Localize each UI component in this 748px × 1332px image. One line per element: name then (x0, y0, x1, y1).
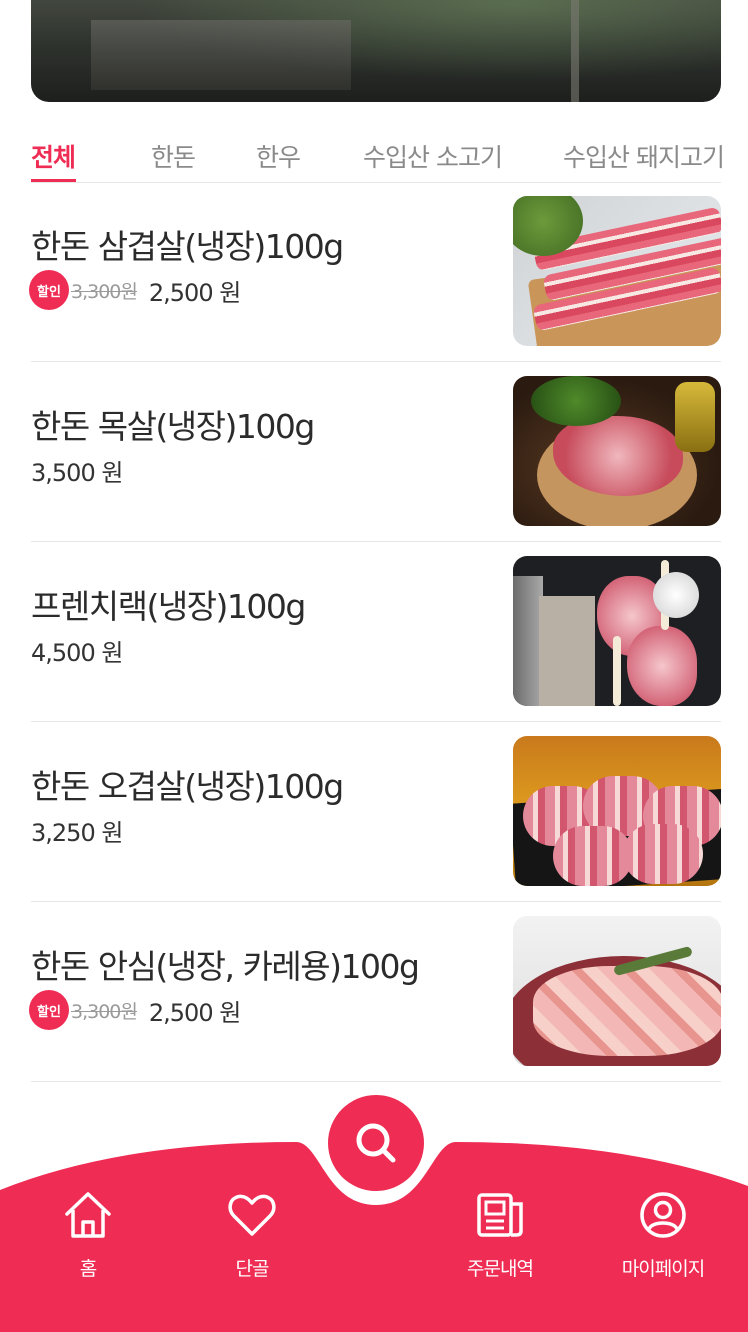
search-icon (356, 1123, 396, 1163)
heart-icon (228, 1194, 276, 1236)
store-banner-image[interactable] (31, 0, 721, 102)
product-image[interactable] (513, 376, 721, 526)
price-row: 4,500 원 (31, 630, 123, 670)
product-price: 3,250 원 (31, 818, 123, 847)
product-image[interactable] (513, 196, 721, 346)
tab-imported-pork[interactable]: 수입산 돼지고기 (563, 138, 725, 174)
product-image[interactable] (513, 916, 721, 1066)
search-button[interactable] (328, 1095, 424, 1191)
product-item[interactable]: 프렌치랙(냉장)100g 4,500 원 (31, 542, 721, 722)
product-name: 프렌치랙(냉장)100g (31, 587, 306, 626)
original-price: 3,300원 (71, 1000, 138, 1023)
product-price: 2,500 원 (148, 278, 241, 307)
product-item[interactable]: 한돈 목살(냉장)100g 3,500 원 (31, 362, 721, 542)
product-image[interactable] (513, 736, 721, 886)
user-icon (640, 1192, 686, 1238)
home-icon (65, 1192, 111, 1238)
price-row: 할인 3,300원 2,500 원 (31, 270, 241, 310)
nav-home-label: 홈 (79, 1258, 98, 1280)
receipt-icon (477, 1193, 523, 1237)
product-price: 3,500 원 (31, 458, 123, 487)
product-item[interactable]: 한돈 안심(냉장, 카레용)100g 할인 3,300원 2,500 원 (31, 902, 721, 1082)
category-tabs: 전체 한돈 한우 수입산 소고기 수입산 돼지고기 (31, 130, 725, 183)
nav-favorites-label: 단골 (235, 1258, 270, 1280)
sale-badge: 할인 (31, 992, 67, 1028)
original-price: 3,300원 (71, 280, 138, 303)
product-price: 2,500 원 (148, 998, 241, 1027)
sale-badge: 할인 (31, 272, 67, 308)
nav-favorites[interactable]: 단골 (192, 1190, 312, 1281)
product-name: 한돈 목살(냉장)100g (31, 407, 315, 446)
nav-home[interactable]: 홈 (28, 1190, 148, 1281)
product-name: 한돈 삼겹살(냉장)100g (31, 227, 344, 266)
tab-hanwoo[interactable]: 한우 (256, 138, 301, 174)
tab-handon[interactable]: 한돈 (151, 138, 196, 174)
nav-mypage-label: 마이페이지 (621, 1258, 705, 1280)
product-item[interactable]: 한돈 삼겹살(냉장)100g 할인 3,300원 2,500 원 (31, 182, 721, 362)
price-row: 할인 3,300원 2,500 원 (31, 990, 241, 1030)
price-row: 3,250 원 (31, 810, 123, 850)
product-item[interactable]: 한돈 오겹살(냉장)100g 3,250 원 (31, 722, 721, 902)
product-name: 한돈 안심(냉장, 카레용)100g (31, 947, 420, 986)
product-name: 한돈 오겹살(냉장)100g (31, 767, 344, 806)
tab-all[interactable]: 전체 (31, 138, 76, 174)
tab-imported-beef[interactable]: 수입산 소고기 (363, 138, 503, 174)
product-image[interactable] (513, 556, 721, 706)
nav-mypage[interactable]: 마이페이지 (603, 1190, 723, 1281)
nav-orders-label: 주문내역 (467, 1258, 534, 1280)
bottom-navigation: 홈 단골 주문내역 마이페이지 (0, 1090, 748, 1332)
product-price: 4,500 원 (31, 638, 123, 667)
nav-orders[interactable]: 주문내역 (440, 1190, 560, 1281)
price-row: 3,500 원 (31, 450, 123, 490)
